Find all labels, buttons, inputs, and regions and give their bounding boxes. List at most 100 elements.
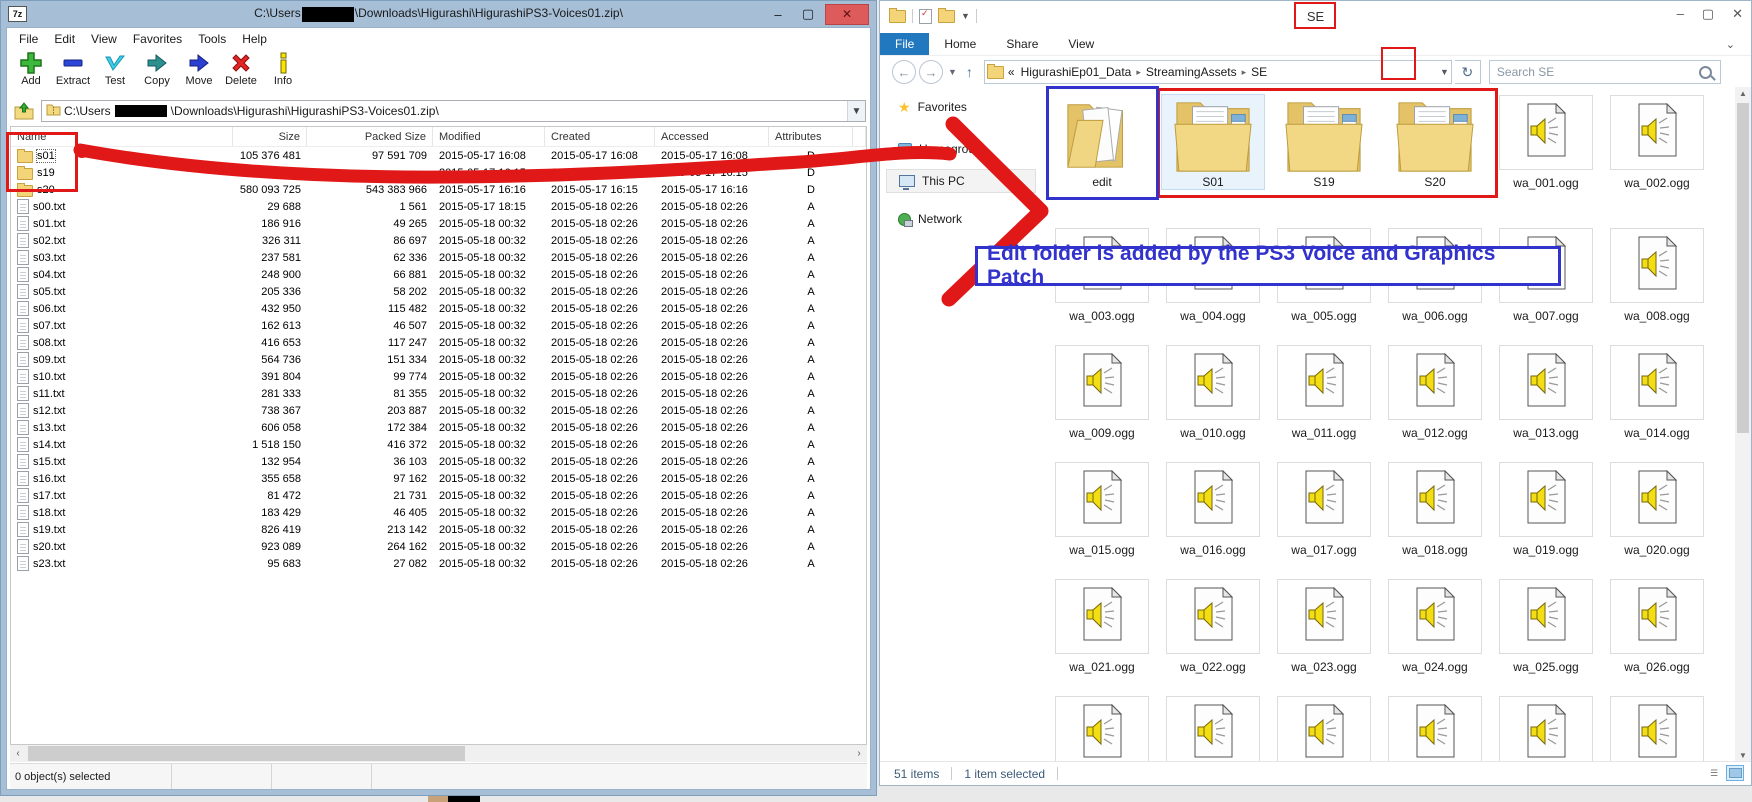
file-tile[interactable]: wa_007.ogg <box>1495 228 1597 323</box>
file-row[interactable]: s01105 376 48197 591 7092015-05-17 16:08… <box>11 147 866 164</box>
file-tile[interactable]: wa_026.ogg <box>1606 579 1708 674</box>
file-row[interactable]: s20580 093 725543 383 9662015-05-17 16:1… <box>11 181 866 198</box>
file-row[interactable]: s20.txt923 089264 1622015-05-18 00:32201… <box>11 538 866 555</box>
menu-favorites[interactable]: Favorites <box>125 30 190 48</box>
file-tile[interactable]: wa_011.ogg <box>1273 345 1375 440</box>
close-button[interactable]: ✕ <box>1732 6 1743 22</box>
ribbon-expand-chevron-icon[interactable]: ⌄ <box>1726 38 1735 51</box>
file-tile[interactable] <box>1606 696 1708 762</box>
file-row[interactable]: s15.txt132 95436 1032015-05-18 00:322015… <box>11 453 866 470</box>
file-tile[interactable] <box>1051 696 1153 762</box>
scrollbar-thumb[interactable] <box>1737 103 1749 433</box>
file-tile[interactable]: wa_015.ogg <box>1051 462 1153 557</box>
scroll-up-arrow-icon[interactable]: ▲ <box>1735 89 1751 98</box>
address-dropdown-caret[interactable]: ▼ <box>847 101 865 121</box>
file-row[interactable]: s04.txt248 90066 8812015-05-18 00:322015… <box>11 266 866 283</box>
toolbar-copy-button[interactable]: Copy <box>137 51 177 87</box>
file-tile[interactable]: wa_021.ogg <box>1051 579 1153 674</box>
file-row[interactable]: s14.txt1 518 150416 3722015-05-18 00:322… <box>11 436 866 453</box>
sevenzip-titlebar[interactable]: 7z C:\Users\Downloads\Higurashi\Higurash… <box>6 1 871 27</box>
file-tile[interactable] <box>1384 696 1486 762</box>
file-tile[interactable]: wa_016.ogg <box>1162 462 1264 557</box>
sidebar-item-network[interactable]: Network <box>886 207 1036 231</box>
toolbar-delete-button[interactable]: Delete <box>221 51 261 87</box>
file-row[interactable]: s17.txt81 47221 7312015-05-18 00:322015-… <box>11 487 866 504</box>
vertical-scrollbar[interactable]: ▲ ▼ <box>1735 87 1751 762</box>
toolbar-test-button[interactable]: Test <box>95 51 135 87</box>
new-folder-icon[interactable] <box>938 10 955 23</box>
file-tile[interactable]: wa_023.ogg <box>1273 579 1375 674</box>
file-row[interactable]: s01.txt186 91649 2652015-05-18 00:322015… <box>11 215 866 232</box>
toolbar-move-button[interactable]: Move <box>179 51 219 87</box>
column-header-packed-size[interactable]: Packed Size <box>307 127 433 146</box>
tab-home[interactable]: Home <box>929 33 991 55</box>
file-tile[interactable]: wa_024.ogg <box>1384 579 1486 674</box>
file-tile[interactable]: wa_017.ogg <box>1273 462 1375 557</box>
file-tile[interactable]: wa_002.ogg <box>1606 95 1708 190</box>
toolbar-extract-button[interactable]: Extract <box>53 51 93 87</box>
file-row[interactable]: s07.txt162 61346 5072015-05-18 00:322015… <box>11 317 866 334</box>
horizontal-scrollbar[interactable]: ‹ › <box>10 745 867 762</box>
file-tile[interactable] <box>1273 696 1375 762</box>
folder-tile[interactable]: S01 <box>1162 95 1264 189</box>
column-header-attributes[interactable]: Attributes <box>769 127 853 146</box>
tab-share[interactable]: Share <box>991 33 1053 55</box>
scrollbar-thumb[interactable] <box>28 746 465 761</box>
address-combobox[interactable]: C:\Users \Downloads\Higurashi\HigurashiP… <box>41 100 866 122</box>
sidebar-item-homegroup[interactable]: Homegroup <box>886 137 1036 161</box>
file-tile[interactable]: wa_010.ogg <box>1162 345 1264 440</box>
file-row[interactable]: s12.txt738 367203 8872015-05-18 00:32201… <box>11 402 866 419</box>
toolbar-info-button[interactable]: Info <box>263 51 303 87</box>
file-tile[interactable]: wa_014.ogg <box>1606 345 1708 440</box>
refresh-icon[interactable]: ↻ <box>1455 60 1481 84</box>
file-tile[interactable] <box>1162 696 1264 762</box>
back-button[interactable]: ← <box>892 60 916 84</box>
column-header-modified[interactable]: Modified <box>433 127 545 146</box>
close-button[interactable]: ✕ <box>825 4 869 25</box>
search-input[interactable] <box>1490 61 1720 83</box>
file-tile[interactable]: wa_008.ogg <box>1606 228 1708 323</box>
file-row[interactable]: s03.txt237 58162 3362015-05-18 00:322015… <box>11 249 866 266</box>
file-row[interactable]: s192015-05-17 16:152015-05-17 16:142015-… <box>11 164 866 181</box>
file-tile[interactable]: wa_001.ogg <box>1495 95 1597 190</box>
properties-icon[interactable] <box>919 9 932 24</box>
sidebar-item-this-pc[interactable]: This PC <box>886 169 1036 193</box>
file-tile[interactable]: wa_005.ogg <box>1273 228 1375 323</box>
address-dropdown-caret[interactable]: ▼ <box>1440 67 1449 77</box>
scroll-right-arrow-icon[interactable]: › <box>851 748 867 759</box>
menu-help[interactable]: Help <box>234 30 275 48</box>
file-row[interactable]: s00.txt29 6881 5612015-05-17 18:152015-0… <box>11 198 866 215</box>
column-header-size[interactable]: Size <box>233 127 307 146</box>
file-row[interactable]: s02.txt326 31186 6972015-05-18 00:322015… <box>11 232 866 249</box>
file-tile[interactable]: wa_018.ogg <box>1384 462 1486 557</box>
file-tile[interactable]: wa_019.ogg <box>1495 462 1597 557</box>
column-header-accessed[interactable]: Accessed <box>655 127 769 146</box>
file-row[interactable]: s11.txt281 33381 3552015-05-18 00:322015… <box>11 385 866 402</box>
parent-folder-button[interactable] <box>11 100 37 122</box>
maximize-button[interactable]: ▢ <box>795 6 821 22</box>
file-row[interactable]: s09.txt564 736151 3342015-05-18 00:32201… <box>11 351 866 368</box>
column-header-name[interactable]: Name <box>11 127 233 146</box>
file-row[interactable]: s06.txt432 950115 4822015-05-18 00:32201… <box>11 300 866 317</box>
folder-icon[interactable] <box>889 10 906 23</box>
minimize-button[interactable]: – <box>1677 6 1684 22</box>
breadcrumb-item-higurashiep01_data[interactable]: HigurashiEp01_Data <box>1019 65 1134 79</box>
sidebar-item-favorites[interactable]: ★Favorites <box>886 95 1036 119</box>
breadcrumb-item-se[interactable]: SE <box>1249 65 1269 79</box>
tab-view[interactable]: View <box>1053 33 1109 55</box>
up-button[interactable]: ↑ <box>962 64 977 80</box>
file-row[interactable]: s23.txt95 68327 0822015-05-18 00:322015-… <box>11 555 866 572</box>
breadcrumb-item-streamingassets[interactable]: StreamingAssets <box>1144 65 1239 79</box>
minimize-button[interactable]: – <box>765 7 791 22</box>
file-row[interactable]: s10.txt391 80499 7742015-05-18 00:322015… <box>11 368 866 385</box>
explorer-titlebar[interactable]: ▼ SE – ▢ ✕ <box>880 1 1751 31</box>
file-tile[interactable]: wa_013.ogg <box>1495 345 1597 440</box>
file-row[interactable]: s16.txt355 65897 1622015-05-18 00:322015… <box>11 470 866 487</box>
menu-file[interactable]: File <box>11 30 46 48</box>
scroll-down-arrow-icon[interactable]: ▼ <box>1735 751 1751 760</box>
file-tile[interactable]: wa_006.ogg <box>1384 228 1486 323</box>
folder-tile[interactable]: edit <box>1051 95 1153 189</box>
forward-button[interactable]: → <box>919 60 943 84</box>
menu-tools[interactable]: Tools <box>190 30 234 48</box>
scroll-left-arrow-icon[interactable]: ‹ <box>10 748 26 759</box>
